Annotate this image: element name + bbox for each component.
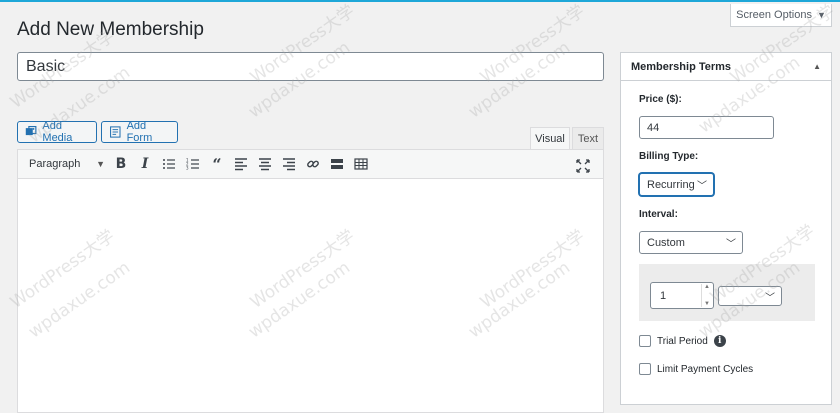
add-media-label: Add Media <box>42 120 73 144</box>
spinner-down-icon[interactable]: ▼ <box>704 301 710 307</box>
format-select-value: Paragraph <box>29 158 81 170</box>
interval-number-value: 1 <box>660 289 667 302</box>
billing-type-label: Billing Type: <box>639 151 699 162</box>
editor-toolbar: Paragraph ▼ B I 123 “ <box>17 149 604 179</box>
bulleted-list-icon[interactable] <box>157 154 181 174</box>
numbered-list-icon[interactable]: 123 <box>181 154 205 174</box>
trial-period-row: Trial Period i <box>639 335 726 347</box>
number-spinner[interactable]: ▲ ▼ <box>701 284 712 307</box>
membership-terms-heading: Membership Terms <box>631 60 732 73</box>
caret-down-icon: ▼ <box>816 10 826 20</box>
toolbar-toggle-icon[interactable] <box>349 154 373 174</box>
trial-period-checkbox[interactable] <box>639 335 651 347</box>
page-title: Add New Membership <box>17 19 204 40</box>
svg-text:3: 3 <box>186 166 189 171</box>
collapse-toggle-icon[interactable]: ▲ <box>813 62 821 71</box>
blockquote-icon[interactable]: “ <box>205 154 229 174</box>
price-label: Price ($): <box>639 94 682 105</box>
interval-label: Interval: <box>639 209 678 220</box>
interval-value: Custom <box>647 236 685 249</box>
info-icon[interactable]: i <box>713 335 726 347</box>
align-right-icon[interactable] <box>277 154 301 174</box>
membership-title-input[interactable] <box>17 52 604 81</box>
screen-options-button[interactable]: Screen Options ▼ <box>730 4 832 27</box>
chevron-down-icon: ﹀ <box>726 239 736 250</box>
membership-terms-box: Membership Terms ▲ Price ($): Billing Ty… <box>620 52 832 405</box>
add-media-button[interactable]: Add Media <box>17 120 97 144</box>
form-icon <box>110 126 121 138</box>
billing-type-select[interactable]: Recurring ﹀ <box>639 173 714 196</box>
limit-cycles-row: Limit Payment Cycles <box>639 363 753 375</box>
bold-icon[interactable]: B <box>109 154 133 174</box>
interval-unit-select[interactable]: ﹀ <box>718 286 782 306</box>
read-more-icon[interactable] <box>325 154 349 174</box>
spinner-up-icon[interactable]: ▲ <box>704 284 710 290</box>
screen-options-label: Screen Options <box>736 9 812 21</box>
link-icon[interactable] <box>301 154 325 174</box>
limit-cycles-label: Limit Payment Cycles <box>657 363 754 375</box>
membership-terms-header[interactable]: Membership Terms ▲ <box>621 53 831 81</box>
media-icon <box>25 125 37 136</box>
interval-number-input[interactable]: 1 ▲ ▼ <box>650 282 714 309</box>
paragraph-format-select[interactable]: Paragraph ▼ <box>23 154 109 174</box>
add-form-label: Add Form <box>126 120 153 144</box>
align-left-icon[interactable] <box>229 154 253 174</box>
interval-select[interactable]: Custom ﹀ <box>639 231 743 254</box>
fullscreen-icon[interactable] <box>571 156 595 176</box>
caret-down-icon: ▼ <box>96 159 105 169</box>
chevron-down-icon: ﹀ <box>765 292 775 304</box>
italic-icon[interactable]: I <box>133 154 157 174</box>
limit-cycles-checkbox[interactable] <box>639 363 651 375</box>
price-input[interactable] <box>639 116 774 139</box>
trial-period-label: Trial Period <box>657 335 708 347</box>
chevron-down-icon: ﹀ <box>697 181 707 192</box>
custom-interval-panel: 1 ▲ ▼ ﹀ <box>639 264 815 321</box>
align-center-icon[interactable] <box>253 154 277 174</box>
tab-text[interactable]: Text <box>572 127 604 149</box>
content-editor[interactable] <box>17 179 604 413</box>
tab-visual[interactable]: Visual <box>530 127 570 149</box>
admin-top-accent-line <box>0 0 840 2</box>
add-form-button[interactable]: Add Form <box>101 120 178 144</box>
billing-type-value: Recurring <box>647 178 695 191</box>
